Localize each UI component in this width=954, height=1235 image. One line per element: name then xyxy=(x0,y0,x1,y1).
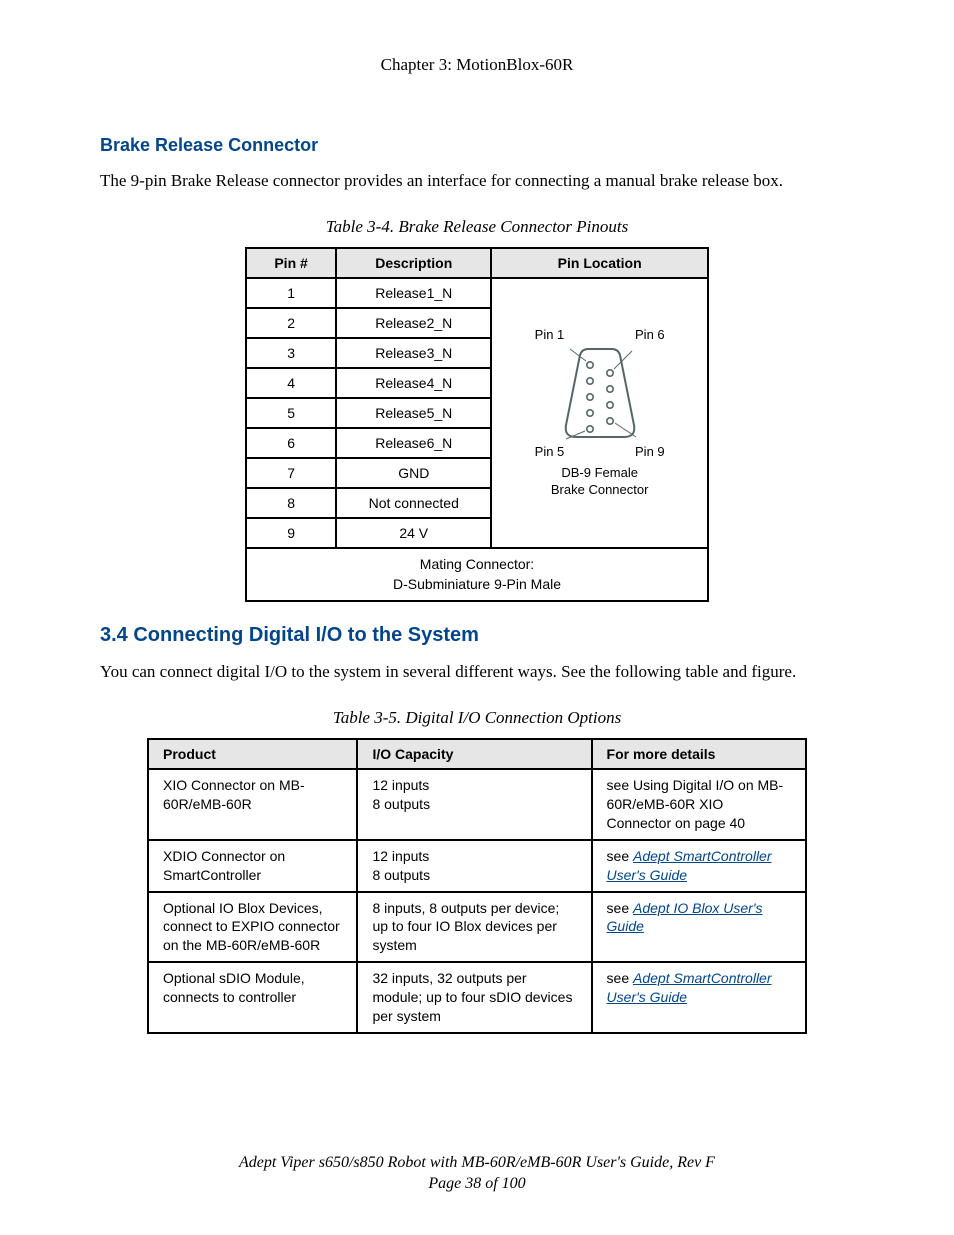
pin9-label: Pin 9 xyxy=(635,444,665,459)
pin-cell: 8 xyxy=(246,488,336,518)
pin-cell: 2 xyxy=(246,308,336,338)
footer-line2: Page 38 of 100 xyxy=(0,1173,954,1195)
mating-line1: Mating Connector: xyxy=(420,556,534,572)
table-header-row: Pin # Description Pin Location xyxy=(246,248,708,278)
pinout-table: Pin # Description Pin Location 1 Release… xyxy=(245,247,709,602)
desc-cell: Release1_N xyxy=(336,278,491,308)
io-options-table: Product I/O Capacity For more details XI… xyxy=(147,738,807,1034)
product-cell: Optional IO Blox Devices, connect to EXP… xyxy=(148,892,357,963)
capacity-cell: 12 inputs 8 outputs xyxy=(357,769,591,840)
page-footer: Adept Viper s650/s850 Robot with MB-60R/… xyxy=(0,1152,954,1195)
pin-cell: 7 xyxy=(246,458,336,488)
pin5-label: Pin 5 xyxy=(535,444,565,459)
table-3-4-caption: Table 3-4. Brake Release Connector Pinou… xyxy=(100,217,854,237)
pin-cell: 9 xyxy=(246,518,336,548)
table-row: XDIO Connector on SmartController 12 inp… xyxy=(148,840,806,892)
desc-cell: Release5_N xyxy=(336,398,491,428)
pin1-label: Pin 1 xyxy=(535,327,565,342)
desc-cell: Release4_N xyxy=(336,368,491,398)
capacity-cell: 12 inputs 8 outputs xyxy=(357,840,591,892)
db9-caption-line2: Brake Connector xyxy=(551,482,649,499)
pin-cell: 5 xyxy=(246,398,336,428)
details-cell: see Using Digital I/O on MB-60R/eMB-60R … xyxy=(592,769,806,840)
table-row: Optional sDIO Module, connects to contro… xyxy=(148,962,806,1033)
db9-figure: Pin 1 Pin 6 xyxy=(504,327,695,499)
desc-cell: Release3_N xyxy=(336,338,491,368)
pin-cell: 4 xyxy=(246,368,336,398)
details-cell: see Adept SmartController User's Guide xyxy=(592,962,806,1033)
db9-caption-line1: DB-9 Female xyxy=(551,465,649,482)
product-cell: XIO Connector on MB-60R/eMB-60R xyxy=(148,769,357,840)
running-header: Chapter 3: MotionBlox-60R xyxy=(100,55,854,75)
col-location: Pin Location xyxy=(491,248,708,278)
table-3-5-caption: Table 3-5. Digital I/O Connection Option… xyxy=(100,708,854,728)
section-3-4-paragraph: You can connect digital I/O to the syste… xyxy=(100,661,854,684)
table-header-row: Product I/O Capacity For more details xyxy=(148,739,806,769)
pin-cell: 1 xyxy=(246,278,336,308)
subheading-brake-release: Brake Release Connector xyxy=(100,135,854,156)
col-pin: Pin # xyxy=(246,248,336,278)
db9-connector-icon xyxy=(560,345,640,441)
col-details: For more details xyxy=(592,739,806,769)
desc-cell: Release6_N xyxy=(336,428,491,458)
col-product: Product xyxy=(148,739,357,769)
capacity-cell: 32 inputs, 32 outputs per module; up to … xyxy=(357,962,591,1033)
mating-row: Mating Connector: D-Subminiature 9-Pin M… xyxy=(246,548,708,601)
table-row: 1 Release1_N Pin 1 Pin 6 xyxy=(246,278,708,308)
intro-paragraph: The 9-pin Brake Release connector provid… xyxy=(100,170,854,193)
pin-cell: 3 xyxy=(246,338,336,368)
table-row: XIO Connector on MB-60R/eMB-60R 12 input… xyxy=(148,769,806,840)
page: Chapter 3: MotionBlox-60R Brake Release … xyxy=(0,0,954,1235)
pin-location-figure-cell: Pin 1 Pin 6 xyxy=(491,278,708,548)
desc-cell: Release2_N xyxy=(336,308,491,338)
product-cell: Optional sDIO Module, connects to contro… xyxy=(148,962,357,1033)
table-row: Optional IO Blox Devices, connect to EXP… xyxy=(148,892,806,963)
details-cell: see Adept IO Blox User's Guide xyxy=(592,892,806,963)
desc-cell: 24 V xyxy=(336,518,491,548)
col-capacity: I/O Capacity xyxy=(357,739,591,769)
col-desc: Description xyxy=(336,248,491,278)
product-cell: XDIO Connector on SmartController xyxy=(148,840,357,892)
section-3-4-heading: 3.4 Connecting Digital I/O to the System xyxy=(100,624,854,647)
desc-cell: GND xyxy=(336,458,491,488)
pin6-label: Pin 6 xyxy=(635,327,665,342)
desc-cell: Not connected xyxy=(336,488,491,518)
details-cell: see Adept SmartController User's Guide xyxy=(592,840,806,892)
footer-line1: Adept Viper s650/s850 Robot with MB-60R/… xyxy=(0,1152,954,1174)
capacity-cell: 8 inputs, 8 outputs per device; up to fo… xyxy=(357,892,591,963)
pin-cell: 6 xyxy=(246,428,336,458)
mating-line2: D-Subminiature 9-Pin Male xyxy=(393,576,561,592)
